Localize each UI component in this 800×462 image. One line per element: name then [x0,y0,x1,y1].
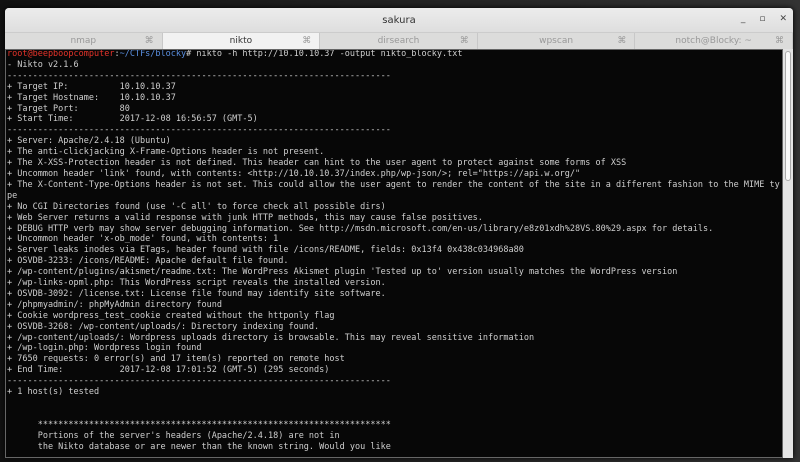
output-line: ----------------------------------------… [7,125,391,136]
output-line: + End Time: 2017-12-08 17:01:52 (GMT-5) … [7,365,330,376]
output-line: + 7650 requests: 0 error(s) and 17 item(… [7,354,345,365]
output-line: + /wp-content/uploads/: Wordpress upload… [7,332,535,343]
output-line: + Target Hostname: 10.10.10.37 [7,92,176,103]
tab-notch[interactable]: notch@Blocky: ~ ⌘ [635,33,793,49]
tab-close-icon[interactable]: ⌘ [617,36,626,46]
tab-label: wpscan [539,36,574,46]
tab-dirsearch[interactable]: dirsearch ⌘ [320,33,478,49]
terminal-output[interactable]: root@beepboopcomputer:~/CTFs/blocky# nik… [5,49,783,458]
output-line: + The anti-clickjacking X-Frame-Options … [7,147,325,158]
tab-label: nmap [70,36,97,46]
output-line: + /wp-content/plugins/akismet/readme.txt… [7,267,678,278]
scrollbar[interactable] [783,49,793,458]
output-line: + Start Time: 2017-12-08 16:56:57 (GMT-5… [7,114,258,125]
tab-nmap[interactable]: nmap ⌘ [5,33,163,49]
close-icon[interactable]: ✕ [779,14,787,24]
prompt-user-host: root@beepboopcomputer [7,49,115,59]
maximize-icon[interactable]: ▫ [759,14,765,24]
terminal-window: sakura _ ▫ ✕ nmap ⌘ nikto ⌘ dirsearch ⌘ wpscan… [5,8,793,458]
tab-label: notch@Blocky: ~ [675,36,752,46]
minimize-icon[interactable]: _ [741,14,746,24]
tab-close-icon[interactable]: ⌘ [302,36,311,46]
output-line: + Target IP: 10.10.10.37 [7,81,176,92]
output-line: + 1 host(s) tested [7,387,100,398]
output-line: + /wp-login.php: Wordpress login found [7,343,202,354]
output-line: + The X-XSS-Protection header is not def… [7,158,627,169]
tab-close-icon[interactable]: ⌘ [460,36,469,46]
prompt-path: ~/CTFs/blocky [119,49,187,59]
tab-bar: nmap ⌘ nikto ⌘ dirsearch ⌘ wpscan ⌘ notch@Blocky… [5,32,793,50]
output-line: + /wp-links-opml.php: This WordPress scr… [7,278,386,289]
prompt-line: root@beepboopcomputer:~/CTFs/blocky# nik… [7,49,782,60]
output-line: ****************************************… [7,419,391,430]
output-line: + DEBUG HTTP verb may show server debugg… [7,223,714,234]
output-line: + Target Port: 80 [7,103,130,114]
output-line: + /phpmyadmin/: phpMyAdmin directory fou… [7,299,222,310]
scrollbar-thumb[interactable] [785,51,791,181]
tab-nikto[interactable]: nikto ⌘ [162,33,321,49]
output-line: + Uncommon header 'link' found, with con… [7,168,581,179]
output-line: + Server leaks inodes via ETags, header … [7,245,524,256]
window-title: sakura [382,14,416,26]
tab-close-icon[interactable]: ⌘ [145,36,154,46]
prompt-symbol: # [186,49,197,59]
tab-label: dirsearch [377,36,420,46]
tab-label: nikto [229,36,253,46]
output-line: + Cookie wordpress_test_cookie created w… [7,310,335,321]
output-line: + OSVDB-3092: /license.txt: License file… [7,288,386,299]
output-line: ----------------------------------------… [7,376,391,387]
output-line: + Web Server returns a valid response wi… [7,212,483,223]
output-line: + OSVDB-3268: /wp-content/uploads/: Dire… [7,321,320,332]
output-line: + No CGI Directories found (use '-C all'… [7,201,386,212]
output-line: pe [7,190,18,201]
command-text: nikto -h http://10.10.10.37 -output nikt… [196,49,463,59]
output-line: - Nikto v2.1.6 [7,59,79,70]
output-line: + Server: Apache/2.4.18 (Ubuntu) [7,136,171,147]
tab-close-icon[interactable]: ⌘ [775,36,784,46]
output-line: the Nikto database or are newer than the… [7,441,391,452]
output-line: + The X-Content-Type-Options header is n… [7,179,780,190]
output-line: + OSVDB-3233: /icons/README: Apache defa… [7,256,289,267]
output-line: Portions of the server's headers (Apache… [7,430,340,441]
tab-wpscan[interactable]: wpscan ⌘ [478,33,636,49]
title-bar: sakura _ ▫ ✕ [5,8,793,32]
output-line: + Uncommon header 'x-ob_mode' found, wit… [7,234,279,245]
output-line: ----------------------------------------… [7,70,391,81]
